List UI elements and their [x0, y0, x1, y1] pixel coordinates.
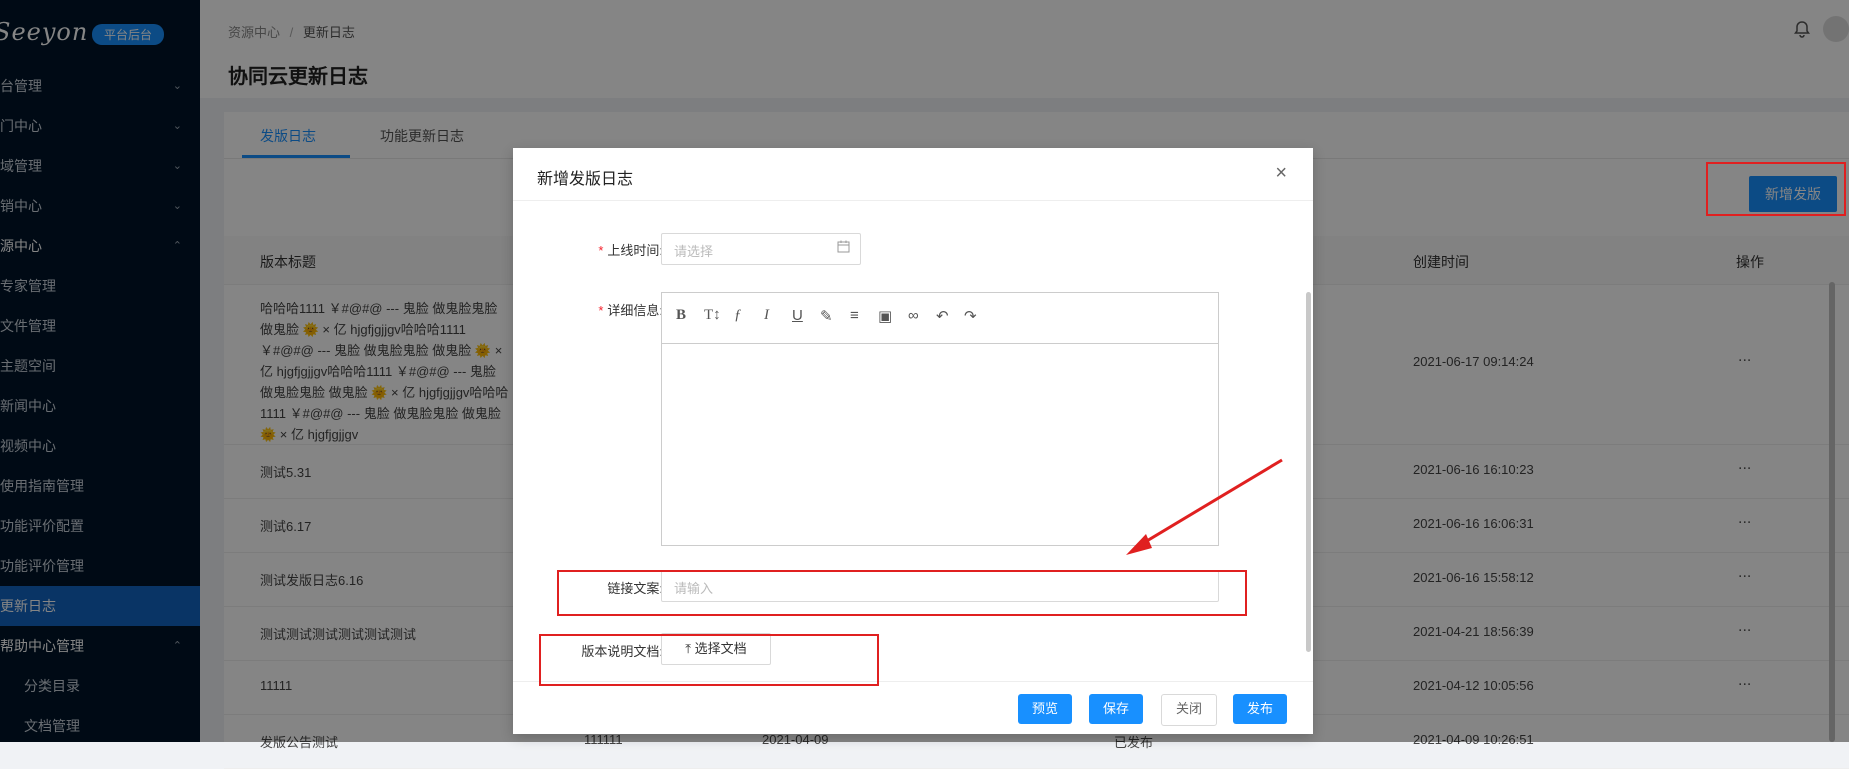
save-button[interactable]: 保存 — [1089, 694, 1144, 724]
detail-label-text: 详细信息: — [607, 303, 663, 318]
dialog-scrollbar[interactable] — [1306, 292, 1311, 652]
required-mark: * — [598, 303, 604, 318]
rich-text-editor: B T↕ ƒ I U ✎ ≡ ▣ ∞ ↶ ↷ — [661, 292, 1219, 546]
dialog-footer: 预览 保存 关闭 发布 — [513, 681, 1313, 734]
online-time-label-text: 上线时间: — [607, 243, 663, 258]
underline-icon[interactable]: U — [792, 307, 803, 324]
editor-body[interactable] — [662, 344, 1218, 544]
font-style-icon[interactable]: ƒ — [734, 307, 742, 324]
dialog-title: 新增发版日志 — [537, 171, 634, 188]
image-icon[interactable]: ▣ — [878, 307, 892, 325]
highlight-icon[interactable]: ✎ — [820, 307, 833, 325]
close-button[interactable]: 关闭 — [1161, 694, 1218, 726]
online-time-label: * 上线时间: — [513, 240, 663, 259]
redo-icon[interactable]: ↷ — [964, 307, 977, 325]
highlight-box-link-text — [557, 570, 1247, 616]
italic-icon[interactable]: I — [764, 307, 769, 324]
online-time-picker[interactable]: 请选择 — [661, 233, 861, 265]
align-icon[interactable]: ≡ — [850, 307, 859, 324]
bold-icon[interactable]: B — [676, 307, 686, 324]
highlight-box-add-button — [1706, 162, 1846, 216]
required-mark: * — [598, 243, 604, 258]
publish-button[interactable]: 发布 — [1233, 694, 1288, 724]
highlight-box-release-doc — [539, 634, 879, 686]
online-time-placeholder: 请选择 — [674, 244, 714, 259]
close-icon[interactable]: × — [1275, 162, 1287, 185]
detail-label: * 详细信息: — [513, 300, 663, 319]
dialog-header: 新增发版日志 × — [513, 148, 1313, 201]
undo-icon[interactable]: ↶ — [936, 307, 949, 325]
link-icon[interactable]: ∞ — [908, 307, 919, 324]
preview-button[interactable]: 预览 — [1018, 694, 1073, 724]
font-size-icon[interactable]: T↕ — [704, 307, 721, 324]
editor-toolbar: B T↕ ƒ I U ✎ ≡ ▣ ∞ ↶ ↷ — [662, 293, 1218, 344]
calendar-icon — [837, 240, 850, 256]
